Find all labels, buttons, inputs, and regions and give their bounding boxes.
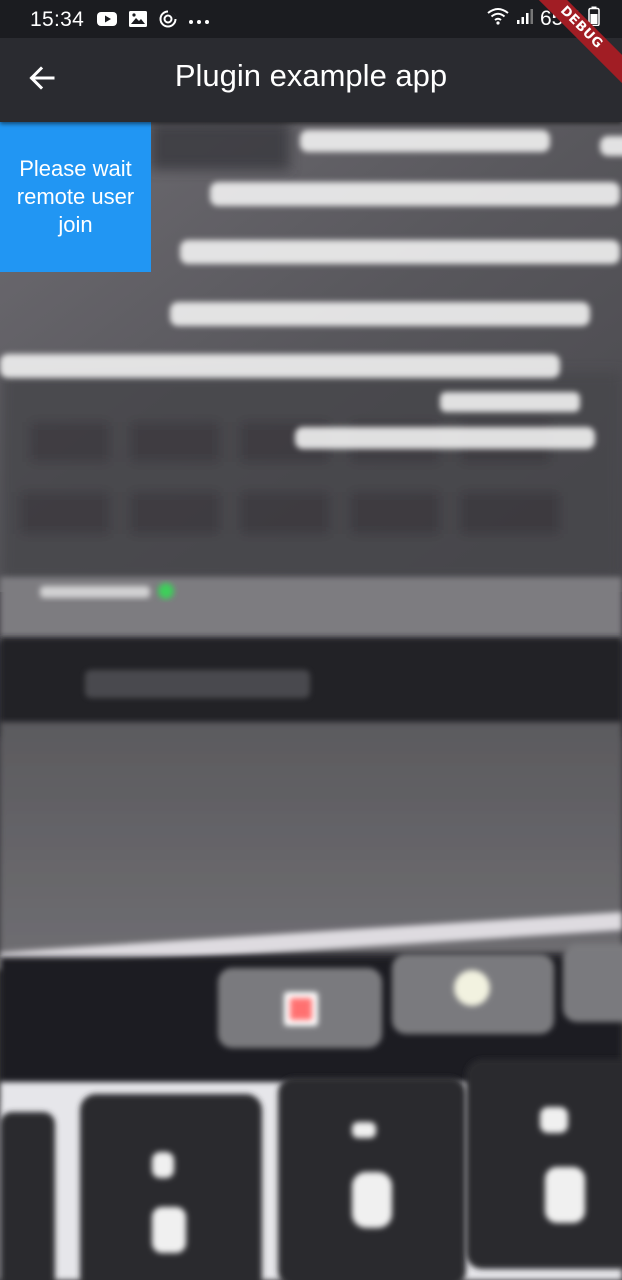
- app-bar: Plugin example app: [0, 38, 622, 122]
- status-time: 15:34: [30, 8, 85, 31]
- wifi-icon: [486, 6, 510, 31]
- youtube-icon: [96, 10, 118, 33]
- more-icon: [188, 13, 210, 31]
- sync-icon: [158, 9, 178, 34]
- notification-icons: [96, 9, 210, 34]
- status-bar: 15:34: [0, 0, 622, 38]
- local-video-view: [0, 122, 622, 1280]
- signal-icon: [516, 7, 534, 30]
- gallery-icon: [128, 10, 148, 33]
- wait-remote-user-banner: Please wait remote user join: [0, 122, 151, 272]
- wait-message: Please wait remote user join: [16, 156, 135, 237]
- app-title: Plugin example app: [174, 58, 448, 93]
